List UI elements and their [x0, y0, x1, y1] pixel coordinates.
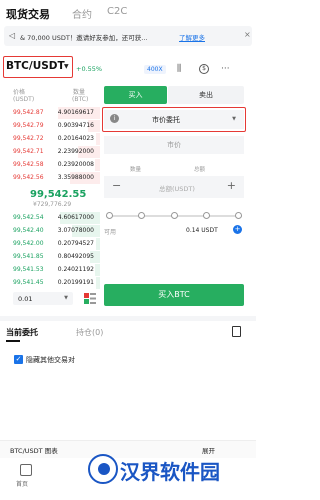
- bid-row[interactable]: 99,541.45 0.20199191: [0, 277, 100, 289]
- pair-highlight-box: [3, 56, 73, 78]
- slider-stop-75[interactable]: [203, 212, 210, 219]
- bid-row[interactable]: 99,541.85 0.80492095: [0, 251, 100, 263]
- order-type-highlight-box: [102, 107, 246, 132]
- bid-row[interactable]: 99,541.53 0.24021192: [0, 264, 100, 276]
- pair-bar: BTC/USDT ▼ +0.55% 400X ⫼ $ ···: [0, 54, 256, 84]
- amount-placeholder: 总额(USDT): [159, 185, 195, 193]
- buy-tab[interactable]: 买入: [104, 86, 167, 104]
- qty-header: 数量: [73, 89, 86, 96]
- plus-button[interactable]: +: [227, 179, 236, 192]
- watermark: 汉界软件园: [88, 452, 256, 500]
- ask-row[interactable]: 99,542.72 0.20164023: [0, 133, 100, 145]
- close-icon[interactable]: ×: [244, 30, 251, 39]
- bid-row[interactable]: 99,542.40 3.07078000: [0, 225, 100, 237]
- slider-stop-50[interactable]: [171, 212, 178, 219]
- ask-row[interactable]: 99,542.58 0.23920008: [0, 159, 100, 171]
- tab-spot[interactable]: 现货交易: [6, 6, 50, 22]
- buy-btc-button[interactable]: 买入BTC: [104, 284, 244, 306]
- price-unit: (USDT): [13, 96, 35, 103]
- deposit-plus-icon[interactable]: +: [233, 225, 242, 234]
- tab-c2c[interactable]: C2C: [107, 6, 127, 17]
- qty-unit: (BTC): [72, 96, 89, 103]
- percent-slider[interactable]: [106, 212, 242, 219]
- dollar-icon[interactable]: $: [199, 64, 209, 74]
- nav-home-label[interactable]: 首页: [16, 479, 28, 488]
- price-header: 价格: [13, 89, 26, 96]
- sell-tab[interactable]: 卖出: [168, 86, 244, 104]
- total-label[interactable]: 总额: [194, 165, 205, 173]
- spot-trading-screen: 现货交易 合约 C2C ◁ & 70,000 USDT！邀请好友参加，还可获..…: [0, 0, 256, 500]
- slider-knob[interactable]: [106, 212, 113, 219]
- qty-label[interactable]: 数量: [130, 165, 141, 173]
- available-label: 可用: [104, 229, 117, 236]
- ask-row[interactable]: 99,542.79 0.90394716: [0, 120, 100, 132]
- amount-input[interactable]: − 总额(USDT) +: [104, 176, 244, 198]
- section-divider: [0, 316, 256, 321]
- candlestick-icon[interactable]: ⫼: [177, 64, 181, 74]
- speaker-icon: ◁: [9, 31, 16, 40]
- watermark-text: 汉界软件园: [120, 460, 220, 484]
- tab-holdings[interactable]: 持仓(0): [76, 327, 103, 338]
- tab-futures[interactable]: 合约: [72, 6, 92, 21]
- ask-row[interactable]: 99,542.71 2.23992000: [0, 146, 100, 158]
- tab-current-orders[interactable]: 当前委托: [6, 327, 38, 338]
- minus-button[interactable]: −: [112, 179, 121, 192]
- chart-label: BTC/USDT 图表: [10, 447, 58, 455]
- last-price: 99,542.55: [30, 189, 87, 200]
- more-icon[interactable]: ···: [221, 64, 230, 74]
- precision-select[interactable]: 0.01 ▼: [13, 292, 73, 305]
- slider-stop-100[interactable]: [235, 212, 242, 219]
- top-tabs: 现货交易 合约 C2C: [0, 0, 256, 24]
- leverage-badge[interactable]: 400X: [144, 65, 166, 74]
- market-price-field: 市价: [104, 136, 244, 154]
- slider-stop-25[interactable]: [138, 212, 145, 219]
- announcement-banner[interactable]: ◁ & 70,000 USDT！邀请好友参加，还可获... 了解更多 ×: [4, 26, 252, 46]
- home-icon[interactable]: [20, 464, 32, 476]
- document-icon[interactable]: [232, 326, 241, 337]
- checkbox-icon[interactable]: ✓: [14, 355, 23, 364]
- bid-row[interactable]: 99,542.54 4.60617000: [0, 212, 100, 224]
- ask-row[interactable]: 99,542.56 3.35988000: [0, 172, 100, 184]
- active-tab-underline: [6, 340, 20, 342]
- caret-down-icon: ▼: [64, 295, 68, 301]
- available-value: 0.14 USDT: [186, 227, 218, 234]
- watermark-logo-icon: [88, 454, 118, 484]
- banner-learn-more-link[interactable]: 了解更多: [179, 32, 205, 42]
- ask-row[interactable]: 99,542.87 4.90169617: [0, 107, 100, 119]
- banner-text: & 70,000 USDT！邀请好友参加，还可获...: [20, 34, 148, 42]
- bid-row[interactable]: 99,542.00 0.20794527: [0, 238, 100, 250]
- depth-view-icon[interactable]: [84, 293, 96, 304]
- last-price-fiat: ¥729,776.29: [33, 201, 72, 208]
- price-change: +0.55%: [76, 65, 103, 73]
